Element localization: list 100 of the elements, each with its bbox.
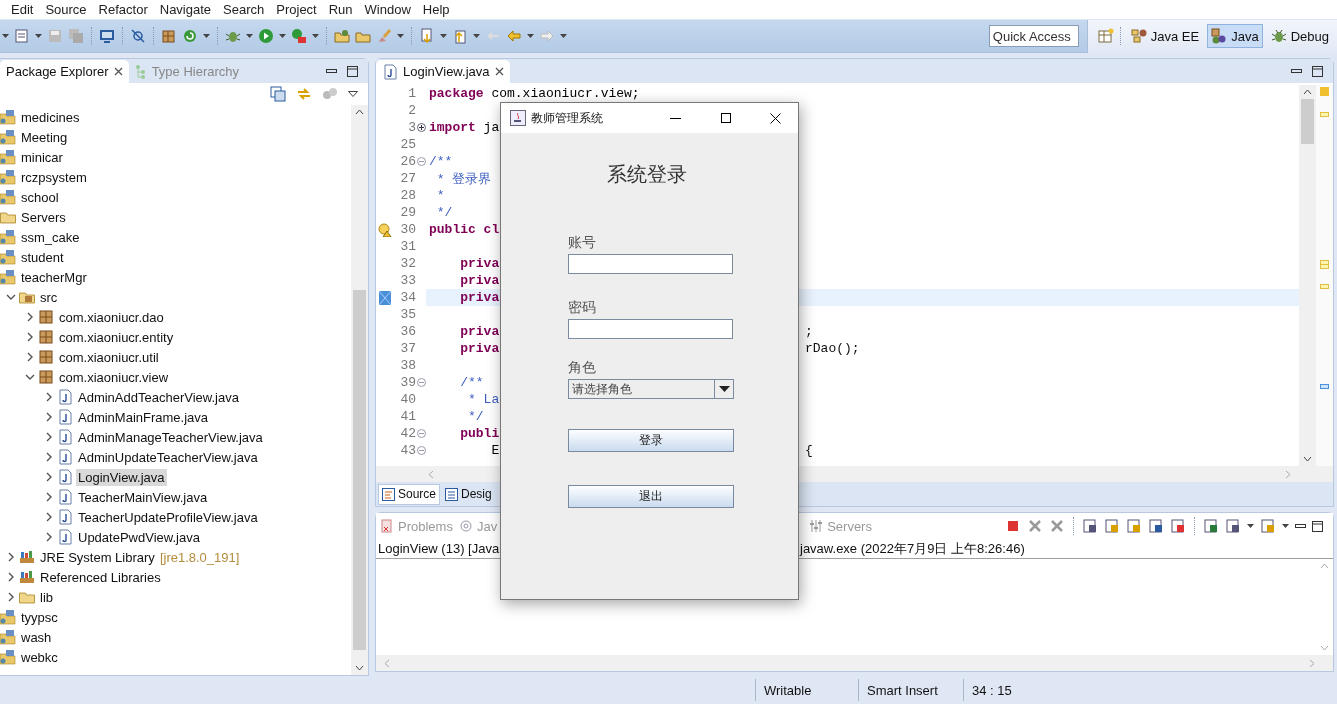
dropdown-caret-icon[interactable]	[440, 34, 447, 38]
dropdown-caret-icon[interactable]	[473, 34, 480, 38]
tree-item[interactable]: UpdatePwdView.java	[76, 528, 202, 546]
perspective-button[interactable]: Debug	[1266, 24, 1333, 48]
menu-item[interactable]: Source	[40, 0, 92, 19]
remove-all-icon[interactable]	[1049, 518, 1065, 534]
editor-tab[interactable]: LoginView.java	[376, 60, 510, 83]
tree-item[interactable]: Referenced Libraries	[38, 568, 163, 586]
next-annotation-icon[interactable]	[419, 28, 435, 44]
refresh-icon[interactable]	[182, 28, 198, 44]
vertical-scrollbar[interactable]	[1299, 85, 1316, 466]
fold-minus-icon[interactable]	[416, 429, 426, 438]
new-type-icon[interactable]	[14, 28, 30, 44]
close-tab-icon[interactable]	[113, 67, 123, 76]
terminate-icon[interactable]	[1005, 518, 1021, 534]
dropdown-caret-icon[interactable]	[35, 34, 42, 38]
scroll-down-icon[interactable]	[355, 665, 364, 671]
run-tools-icon[interactable]	[291, 28, 307, 44]
scroll-down-icon[interactable]	[1303, 456, 1312, 462]
dropdown-caret-icon[interactable]	[560, 34, 567, 38]
view-menu-icon[interactable]	[348, 91, 358, 97]
dropdown-caret-icon[interactable]	[203, 34, 210, 38]
back-icon[interactable]	[506, 28, 522, 44]
tree-item[interactable]: wash	[19, 628, 54, 646]
menu-item[interactable]: Search	[218, 0, 270, 19]
pin-console-icon[interactable]	[1203, 518, 1219, 534]
editor-mode-tab[interactable]: Source	[378, 483, 441, 505]
menu-item[interactable]: Help	[417, 0, 455, 19]
dropdown-caret-icon[interactable]	[1282, 524, 1289, 528]
tree-item[interactable]: src	[38, 288, 60, 306]
minimize-icon[interactable]	[1295, 524, 1306, 528]
menu-item[interactable]: Run	[323, 0, 358, 19]
tree-item[interactable]: AdminManageTeacherView.java	[76, 428, 265, 446]
folder-icon[interactable]	[334, 28, 350, 44]
fold-minus-icon[interactable]	[416, 446, 426, 455]
scroll-up-icon[interactable]	[1303, 89, 1312, 95]
tree-item[interactable]: school	[19, 188, 61, 206]
fold-minus-icon[interactable]	[416, 378, 426, 387]
perspective-button[interactable]: Java	[1207, 24, 1263, 48]
menu-item[interactable]: Window	[359, 0, 416, 19]
account-field[interactable]	[568, 254, 733, 274]
show-output-icon[interactable]	[1148, 518, 1164, 534]
tree-item[interactable]: com.xiaoniucr.view	[57, 368, 171, 386]
display-console-icon[interactable]	[1225, 518, 1241, 534]
open-perspective-icon[interactable]	[1097, 28, 1114, 44]
dialog-button[interactable]: 登录	[568, 429, 734, 452]
tree-item[interactable]: AdminAddTeacherView.java	[76, 388, 241, 406]
run-icon[interactable]	[258, 28, 274, 44]
tree-item[interactable]: webkc	[19, 648, 60, 666]
menu-item[interactable]: Project	[271, 0, 322, 19]
tree-item[interactable]: teacherMgr	[19, 268, 89, 286]
quick-access-field[interactable]: Quick Access	[988, 25, 1079, 47]
remove-launch-icon[interactable]	[1027, 518, 1043, 534]
dropdown-caret-icon[interactable]	[1247, 524, 1254, 528]
tree-item[interactable]: medicines	[19, 108, 82, 126]
tree-item[interactable]: com.xiaoniucr.dao	[57, 308, 166, 326]
tree-item[interactable]: TeacherMainView.java	[76, 488, 210, 506]
menu-item[interactable]: Edit	[6, 0, 39, 19]
tree-item[interactable]: JRE System Library	[38, 548, 157, 566]
skip-breakpoints-icon[interactable]	[130, 28, 146, 44]
tree-item[interactable]: rczpsystem	[19, 168, 89, 186]
dropdown-caret-icon[interactable]	[527, 34, 534, 38]
tree-item[interactable]: tyypsc	[19, 608, 60, 626]
tree-item[interactable]: lib	[38, 588, 55, 606]
tree-item[interactable]: Meeting	[19, 128, 70, 146]
minimize-icon[interactable]	[1291, 69, 1302, 73]
tree-item[interactable]: student	[19, 248, 66, 266]
scrollbar-thumb[interactable]	[353, 290, 366, 650]
menu-item[interactable]: Navigate	[154, 0, 217, 19]
fold-minus-icon[interactable]	[416, 157, 426, 166]
tree-item[interactable]: ssm_cake	[19, 228, 82, 246]
show-error-icon[interactable]	[1170, 518, 1186, 534]
tree-item[interactable]: com.xiaoniucr.entity	[57, 328, 176, 346]
dropdown-caret-icon[interactable]	[279, 34, 286, 38]
tree-item[interactable]: Servers	[19, 208, 68, 226]
monitor-icon[interactable]	[99, 28, 115, 44]
role-select[interactable]: 请选择角色	[568, 379, 734, 399]
password-field[interactable]	[568, 319, 733, 339]
clear-console-icon[interactable]	[1082, 518, 1098, 534]
maximize-icon[interactable]	[1312, 520, 1323, 532]
tree-item[interactable]: com.xiaoniucr.util	[57, 348, 161, 366]
tree-item[interactable]: AdminMainFrame.java	[76, 408, 211, 426]
dialog-button[interactable]: 退出	[568, 485, 734, 508]
vertical-scrollbar[interactable]	[351, 105, 368, 675]
tree-item[interactable]: LoginView.java	[76, 468, 167, 486]
minimize-icon[interactable]	[326, 69, 337, 73]
perspective-button[interactable]: Java EE	[1126, 24, 1204, 48]
maximize-icon[interactable]	[347, 65, 358, 77]
package-add-icon[interactable]	[161, 28, 177, 44]
dropdown-caret-icon[interactable]	[397, 34, 404, 38]
scrollbar-thumb[interactable]	[1301, 99, 1314, 144]
tree-item[interactable]: AdminUpdateTeacherView.java	[76, 448, 260, 466]
tree-item[interactable]: TeacherUpdateProfileView.java	[76, 508, 260, 526]
dropdown-caret-icon[interactable]	[2, 34, 9, 38]
scroll-up-icon[interactable]	[355, 109, 364, 115]
tree-item[interactable]: minicar	[19, 148, 65, 166]
menu-item[interactable]: Refactor	[93, 0, 153, 19]
previous-annotation-icon[interactable]	[452, 28, 468, 44]
view-tab[interactable]: Package Explorer	[0, 60, 129, 83]
fold-plus-icon[interactable]	[416, 123, 426, 132]
